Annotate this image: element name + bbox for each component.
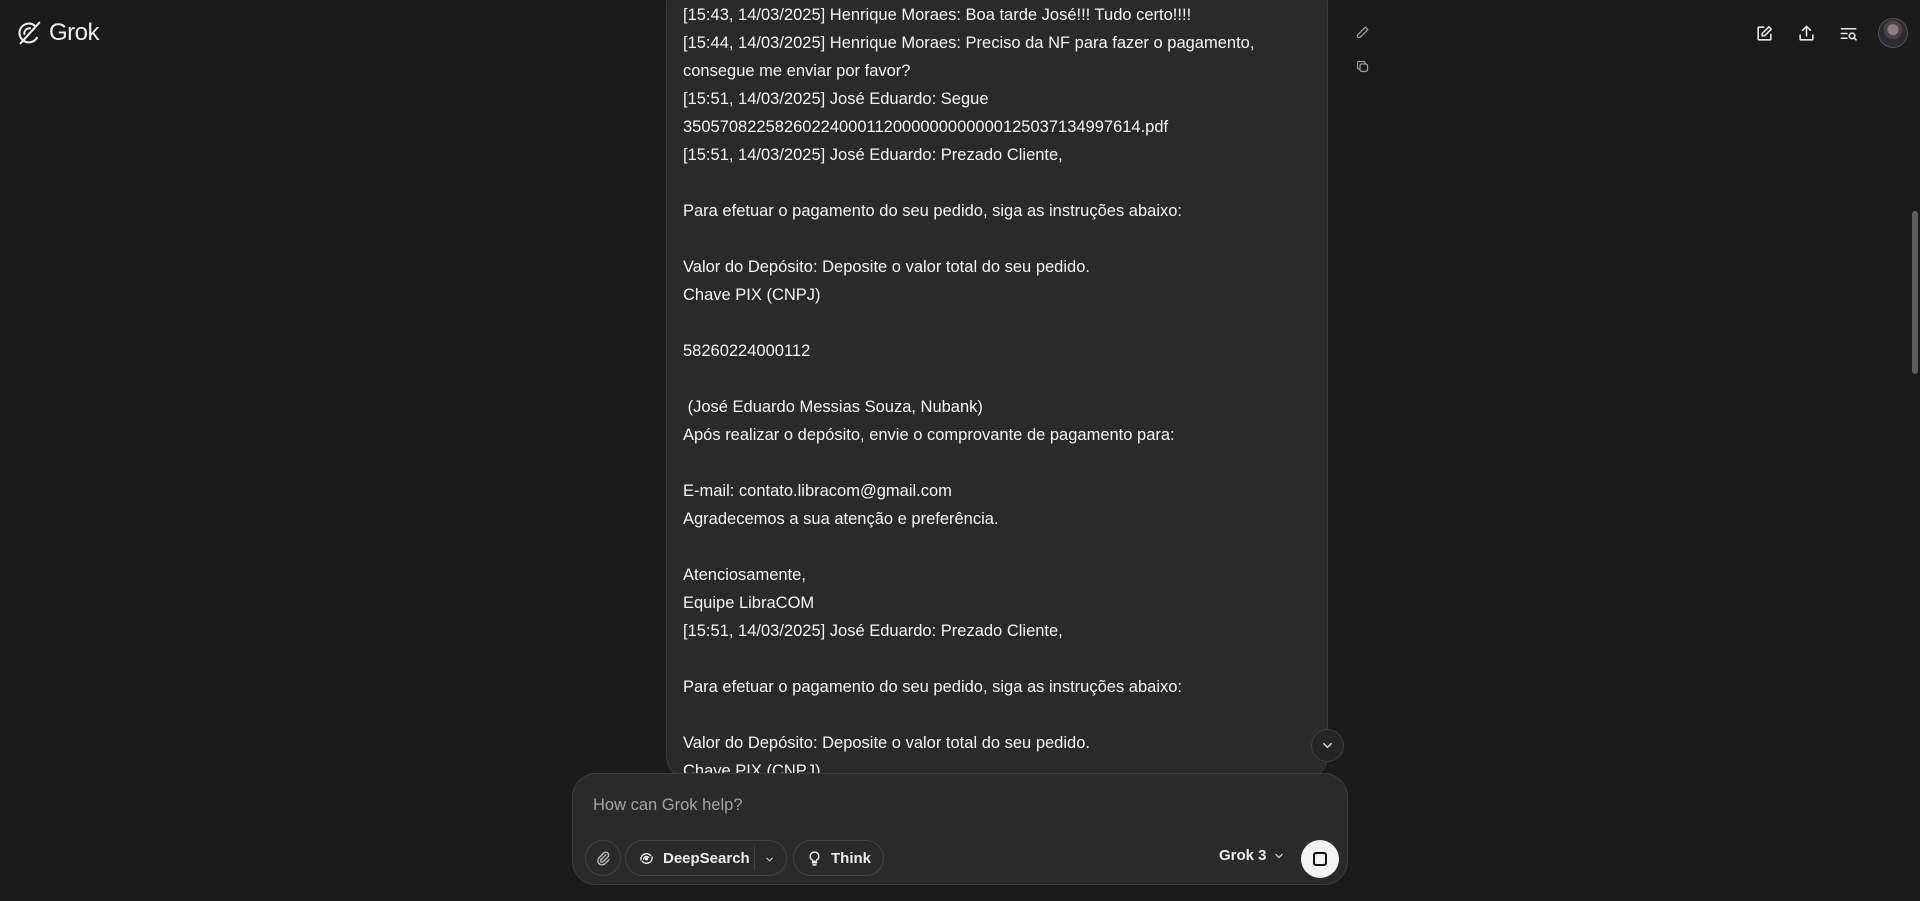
deepsearch-button[interactable]: DeepSearch: [625, 840, 787, 876]
message-line: (José Eduardo Messias Souza, Nubank): [683, 398, 983, 416]
message-line: [15:51, 14/03/2025] José Eduardo: Prezad…: [683, 146, 1063, 164]
message-line: Chave PIX (CNPJ): [683, 286, 821, 304]
message-line: [683, 533, 1311, 561]
attach-button[interactable]: [585, 840, 621, 876]
message-line: 58260224000112: [683, 342, 811, 360]
grok-logo[interactable]: Grok: [14, 17, 100, 49]
message-line: Após realizar o depósito, envie o compro…: [683, 426, 1175, 444]
top-actions: [1748, 17, 1908, 49]
deepsearch-main[interactable]: DeepSearch: [638, 850, 750, 867]
deepsearch-label: DeepSearch: [663, 849, 750, 867]
user-message-bubble: [15:43, 14/03/2025] Henrique Moraes: Boa…: [666, 0, 1328, 780]
avatar[interactable]: [1878, 18, 1908, 48]
message-line: [683, 701, 1311, 729]
message-line: [15:44, 14/03/2025] Henrique Moraes: Pre…: [683, 34, 1255, 52]
copy-message-button[interactable]: [1351, 55, 1373, 77]
history-search-button[interactable]: [1832, 17, 1864, 49]
chevron-down-icon: [1274, 853, 1283, 858]
message-line: E-mail: contato.libracom@gmail.com: [683, 482, 952, 500]
chevron-down-icon: [765, 857, 773, 861]
message-line: consegue me enviar por favor?: [683, 62, 911, 80]
new-chat-button[interactable]: [1748, 17, 1780, 49]
message-line: Para efetuar o pagamento do seu pedido, …: [683, 678, 1182, 696]
grok-logo-icon: [18, 21, 41, 45]
divider: [754, 846, 755, 870]
message-line: [15:51, 14/03/2025] José Eduardo: Segue: [683, 90, 989, 108]
stop-icon: [1313, 852, 1327, 866]
message-line: Valor do Depósito: Deposite o valor tota…: [683, 258, 1090, 276]
message-line: [15:43, 14/03/2025] Henrique Moraes: Boa…: [683, 6, 1192, 24]
message-line: [15:51, 14/03/2025] José Eduardo: Prezad…: [683, 622, 1063, 640]
message-text: [15:43, 14/03/2025] Henrique Moraes: Boa…: [683, 1, 1311, 779]
message-line: [683, 449, 1311, 477]
message-line: [683, 169, 1311, 197]
edit-message-button[interactable]: [1351, 21, 1373, 43]
message-actions: [1351, 21, 1373, 77]
paperclip-icon: [596, 851, 610, 866]
scroll-to-bottom-button[interactable]: [1311, 729, 1344, 762]
share-upload-icon: [1798, 25, 1814, 41]
share-button[interactable]: [1790, 17, 1822, 49]
pencil-icon: [1356, 26, 1368, 38]
deepsearch-options-button[interactable]: [760, 850, 778, 868]
message-line: [683, 645, 1311, 673]
pencil-square-icon: [1756, 25, 1772, 41]
message-line: [683, 309, 1311, 337]
scrollbar-thumb[interactable]: [1912, 211, 1918, 374]
app-name: Grok: [49, 19, 100, 46]
prompt-input[interactable]: [591, 792, 1311, 818]
chevron-down-icon: [1323, 742, 1332, 749]
lightbulb-icon: [809, 850, 820, 866]
message-line: Valor do Depósito: Deposite o valor tota…: [683, 734, 1090, 752]
think-label: Think: [831, 849, 871, 867]
message-line: [683, 225, 1311, 253]
message-line: [683, 365, 1311, 393]
model-label: Grok 3: [1219, 847, 1267, 864]
message-line: 3505708225826022400011200000000000012503…: [683, 118, 1169, 136]
think-button[interactable]: Think: [793, 840, 884, 876]
model-selector[interactable]: Grok 3: [1219, 847, 1285, 864]
composer: DeepSearch Think Grok 3: [572, 773, 1348, 885]
stop-button[interactable]: [1301, 840, 1339, 878]
message-line: Agradecemos a sua atenção e preferência.: [683, 510, 999, 528]
deepsearch-icon: [640, 852, 653, 864]
scrollbar[interactable]: [1910, 0, 1920, 901]
copy-icon: [1356, 60, 1368, 72]
message-line: Equipe LibraCOM: [683, 594, 815, 612]
message-line: Atenciosamente,: [683, 566, 806, 584]
search-history-icon: [1840, 27, 1857, 41]
message-line: Para efetuar o pagamento do seu pedido, …: [683, 202, 1182, 220]
